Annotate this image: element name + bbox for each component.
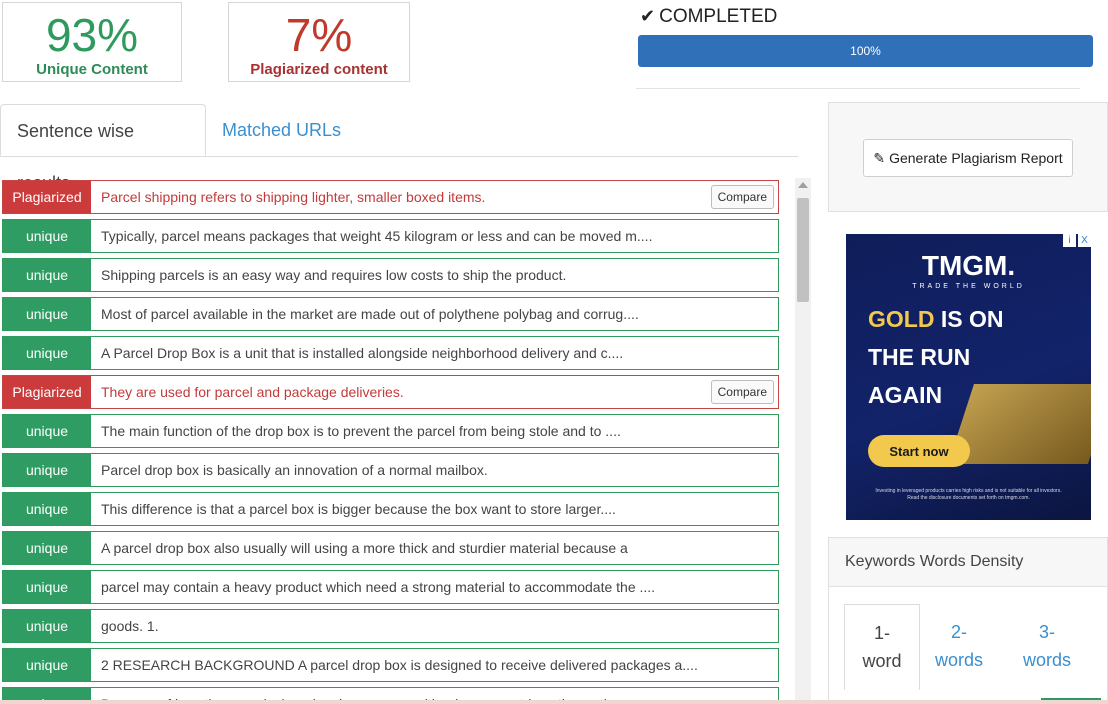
keywords-density-title: Keywords Words Density [829,538,1107,587]
result-row: Plagiarized Parcel shipping refers to shi… [2,180,779,214]
sentence-text: parcel may contain a heavy product which… [101,579,656,595]
divider [636,88,1080,89]
result-row: unique A Parcel Drop Box is a unit that i… [2,336,779,370]
plagiarized-label: Plagiarized content [250,61,388,78]
plagiarized-content-stat: 7% Plagiarized content [228,2,410,82]
tab-3-words-num: 3- [1038,622,1055,642]
sentence-text: Most of parcel available in the market a… [101,306,639,322]
sentence-text: Parcel drop box is basically an innovati… [101,462,488,478]
results-scrollbar[interactable] [795,178,811,704]
ad-disclaimer-line2: Read the disclosure documents set forth … [907,495,1030,501]
tab-3-words[interactable]: 3- words [1009,604,1085,690]
ad-headline: GOLD IS ON THE RUN AGAIN [868,300,1003,414]
scroll-thumb[interactable] [797,198,809,302]
sentence-text: They are used for parcel and package del… [101,384,404,400]
unique-percentage: 93% [45,9,139,61]
sentence-results-list: Plagiarized Parcel shipping refers to shi… [0,178,783,704]
sentence-text: A parcel drop box also usually will usin… [101,540,628,556]
result-row: unique A parcel drop box also usually wil… [2,531,779,565]
progress-bar: 100% [638,35,1093,67]
scroll-up-arrow-icon[interactable] [798,182,808,188]
sentence-text: Shipping parcels is an easy way and requ… [101,267,567,283]
tab-1-word[interactable]: 1- word [844,604,920,690]
ad-controls: i X [1063,234,1091,247]
bottom-strip [0,700,1108,704]
ad-headline-line1: IS ON [934,306,1004,332]
unique-badge: unique [3,493,91,525]
tab-matched-urls[interactable]: Matched URLs [206,104,357,156]
plagiarized-badge: Plagiarized [3,181,91,213]
progress-fill: 100% [638,35,1093,67]
result-row: unique Typically, parcel means packages t… [2,219,779,253]
unique-badge: unique [3,532,91,564]
completion-status: ✔ COMPLETED [640,6,777,28]
ad-brand-logo: TMGM. [921,250,1016,281]
plagiarized-badge: Plagiarized [3,376,91,408]
ad-disclaimer-line1: Investing in leveraged products carries … [875,488,1062,494]
unique-badge: unique [3,298,91,330]
result-row: Plagiarized They are used for parcel and … [2,375,779,409]
sentence-text: Typically, parcel means packages that we… [101,228,653,244]
unique-badge: unique [3,415,91,447]
generate-report-label: Generate Plagiarism Report [889,150,1063,166]
ad-headline-gold: GOLD [868,306,935,332]
sentence-text: This difference is that a parcel box is … [101,501,616,517]
ad-tagline: TRADE THE WORLD [912,283,1025,290]
sentence-text: goods. 1. [101,618,159,634]
completed-label: COMPLETED [659,6,778,27]
result-row: unique The main function of the drop box … [2,414,779,448]
tab-3-words-label: words [1022,650,1071,670]
pencil-icon: ✎ [873,149,886,166]
report-panel: ✎ Generate Plagiarism Report [828,102,1108,212]
sentence-text: The main function of the drop box is to … [101,423,621,439]
tab-2-words-num: 2- [950,622,967,642]
results-tabs: Sentence wise results Matched URLs [0,104,798,193]
compare-button[interactable]: Compare [710,185,774,209]
generate-report-button[interactable]: ✎ Generate Plagiarism Report [863,139,1073,177]
result-row: unique 2 RESEARCH BACKGROUND A parcel dro… [2,648,779,682]
unique-badge: unique [3,454,91,486]
keywords-density-panel: Keywords Words Density 1- word 2- words … [828,537,1108,704]
tab-sentence-wise-results[interactable]: Sentence wise results [0,104,206,193]
ad-start-now-button[interactable]: Start now [868,435,970,467]
result-row: unique goods. 1. [2,609,779,643]
unique-badge: unique [3,337,91,369]
sentence-text: A Parcel Drop Box is a unit that is inst… [101,345,624,361]
unique-badge: unique [3,649,91,681]
sentence-text: 2 RESEARCH BACKGROUND A parcel drop box … [101,657,698,673]
plagiarized-percentage: 7% [285,9,353,61]
tab-2-words[interactable]: 2- words [921,604,997,690]
unique-label: Unique Content [36,61,148,78]
tab-1-word-label: word [862,651,902,671]
checkmark-icon: ✔ [640,6,656,26]
ad-close-icon[interactable]: X [1078,234,1091,247]
unique-badge: unique [3,610,91,642]
unique-content-stat: 93% Unique Content [2,2,182,82]
ad-info-icon[interactable]: i [1063,234,1076,247]
ad-disclaimer: Investing in leveraged products carries … [846,488,1091,502]
tab-1-word-num: 1- [873,623,890,643]
result-row: unique Parcel drop box is basically an in… [2,453,779,487]
sentence-text: Parcel shipping refers to shipping light… [101,189,486,205]
unique-badge: unique [3,571,91,603]
result-row: unique This difference is that a parcel b… [2,492,779,526]
compare-button[interactable]: Compare [710,380,774,404]
tab-2-words-label: words [934,650,983,670]
result-row: unique Shipping parcels is an easy way an… [2,258,779,292]
ad-headline-line2: THE RUN [868,344,971,370]
result-row: unique parcel may contain a heavy product… [2,570,779,604]
ad-headline-line3: AGAIN [868,382,943,408]
advertisement[interactable]: i X TMGM. TRADE THE WORLD GOLD IS ON THE… [846,234,1091,520]
result-row: unique Most of parcel available in the ma… [2,297,779,331]
unique-badge: unique [3,220,91,252]
unique-badge: unique [3,259,91,291]
